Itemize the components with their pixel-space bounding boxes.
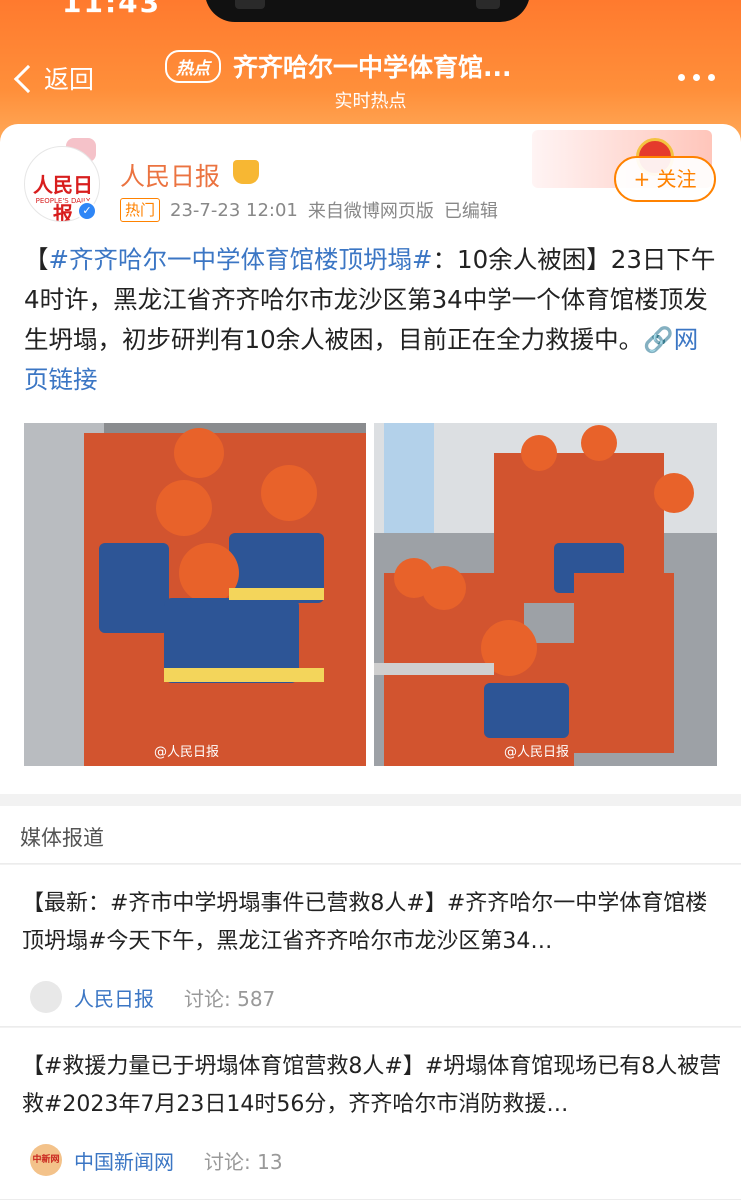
more-options-icon[interactable] (678, 74, 715, 81)
media-section-title: 媒体报道 (20, 826, 104, 850)
post-edited: 已编辑 (443, 201, 498, 222)
device-notch (205, 0, 530, 22)
media-item[interactable]: 【#救援力量已于坍塌体育馆营救8人#】#坍塌体育馆现场已有8人被营救#2023年… (0, 1028, 741, 1200)
media-section-header: 媒体报道 (0, 806, 741, 864)
post-meta: 热门 23-7-23 12:01 来自微博网页版 已编辑 (120, 197, 508, 223)
image-watermark-2: @人民日报 (504, 745, 570, 760)
follow-button[interactable]: + 关注 (614, 156, 716, 202)
link-icon: 🔗 (643, 325, 674, 354)
media-item-text: 【#救援力量已于坍塌体育馆营救8人#】#坍塌体育馆现场已有8人被营救#2023年… (22, 1054, 722, 1117)
hot-tag: 热门 (120, 198, 161, 222)
media-item-text: 【最新：#齐市中学坍塌事件已营救8人#】#齐齐哈尔一中学体育馆楼顶坍塌#今天下午… (22, 891, 708, 954)
page-subtitle: 实时热点 (334, 91, 407, 112)
source-avatar: 中新网 (30, 1144, 62, 1176)
crown-icon (233, 160, 259, 184)
hot-badge: 热点 (165, 49, 221, 83)
post-image-1[interactable]: @人民日报 (24, 423, 366, 766)
source-name[interactable]: 中国新闻网 (74, 1146, 174, 1175)
source-name[interactable]: 人民日报 (74, 983, 154, 1012)
media-item-source: 中新网 中国新闻网 讨论: 13 (30, 1144, 283, 1176)
post-body: 【#齐齐哈尔一中学体育馆楼顶坍塌#：10余人被困】23日下午4时许，黑龙江省齐齐… (24, 245, 716, 394)
media-item[interactable]: 【最新：#齐市中学坍塌事件已营救8人#】#齐齐哈尔一中学体育馆楼顶坍塌#今天下午… (0, 865, 741, 1027)
media-item-source: 人民日报 讨论: 587 (30, 981, 275, 1013)
post-time: 23-7-23 12:01 (170, 199, 298, 221)
status-time: 11:43 (62, 0, 162, 19)
user-name[interactable]: 人民日报 (120, 157, 220, 193)
hashtag-link[interactable]: #齐齐哈尔一中学体育馆楼顶坍塌# (49, 245, 433, 274)
comment-count: 讨论: 13 (204, 1149, 283, 1174)
post-image-2[interactable]: @人民日报 (374, 423, 717, 766)
post-source: 来自微博网页版 (307, 201, 434, 222)
verified-icon: ✓ (77, 201, 97, 221)
comment-count: 讨论: 587 (184, 986, 276, 1011)
image-watermark: @人民日报 (154, 745, 220, 760)
header-title-group: 热点 齐齐哈尔一中学体育馆... (165, 48, 512, 84)
page-title: 齐齐哈尔一中学体育馆... (233, 53, 512, 82)
source-avatar (30, 981, 62, 1013)
